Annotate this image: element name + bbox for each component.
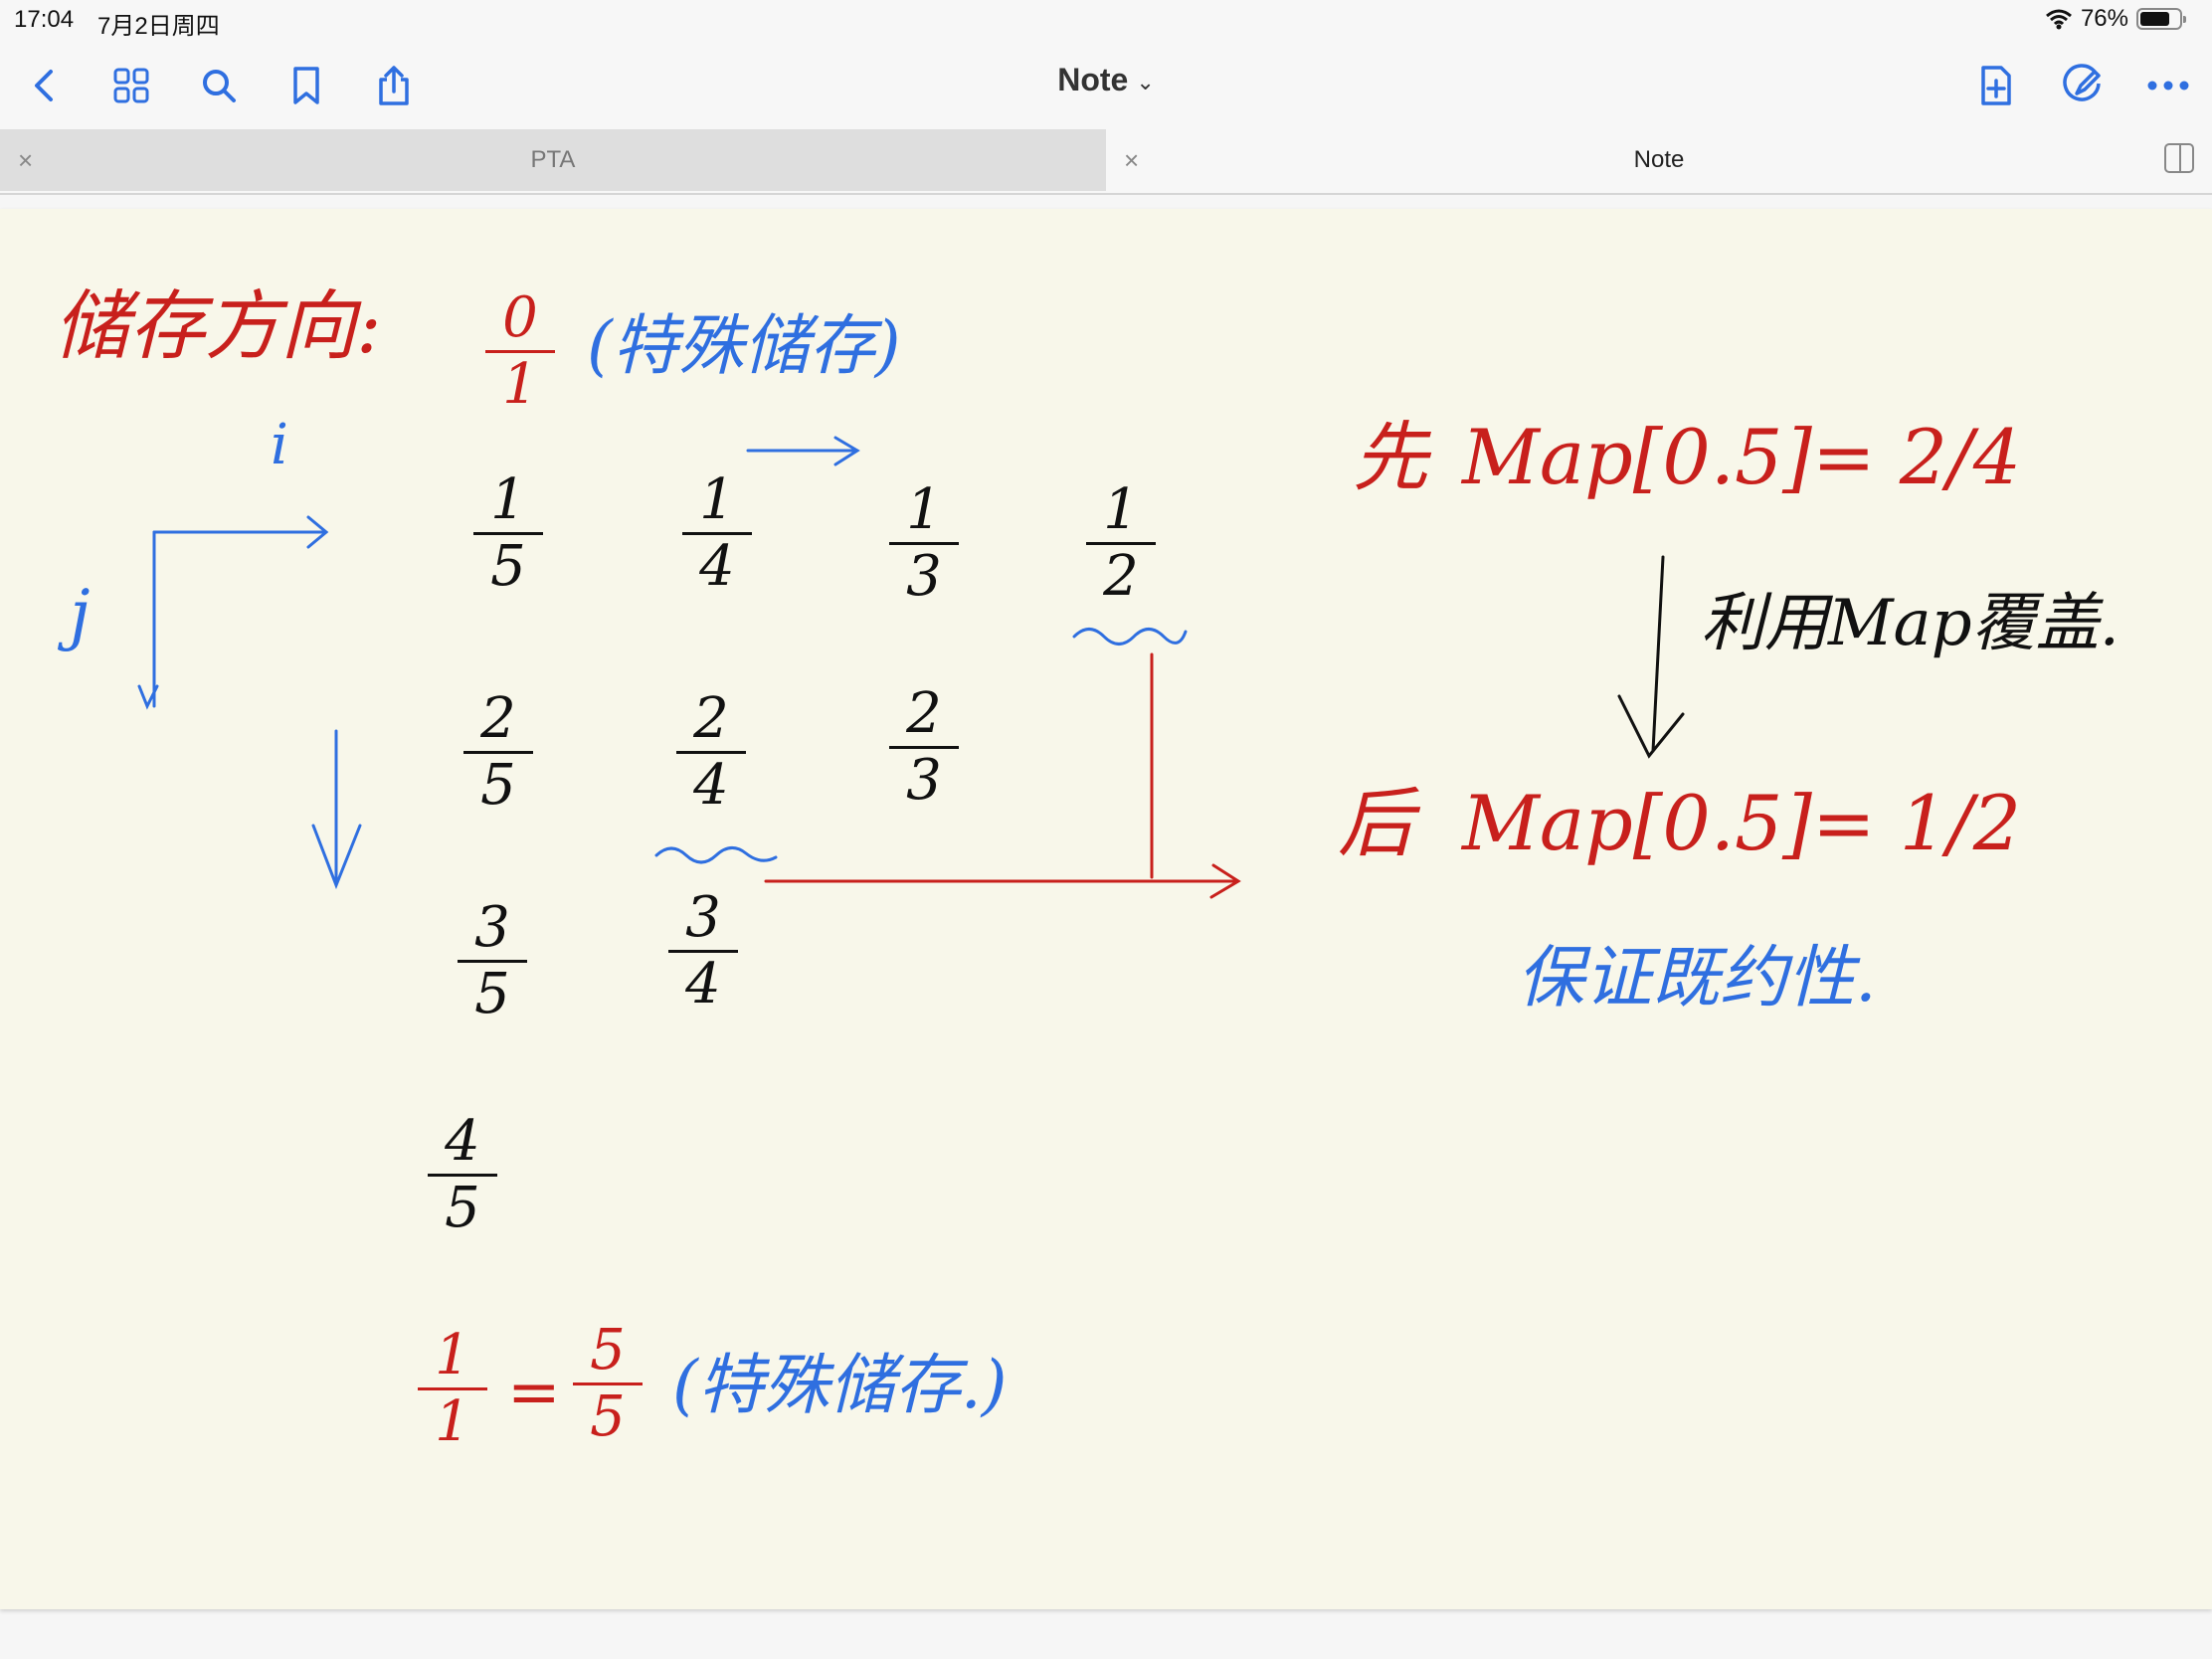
fraction-1-3: 13	[889, 482, 959, 605]
frac-den: 4	[693, 753, 729, 818]
after-label: 后	[1338, 779, 1413, 867]
frac-num: 1	[490, 467, 526, 532]
fraction-1-2: 12	[1086, 482, 1156, 605]
tab-note[interactable]: × Note	[1106, 129, 2212, 191]
frac-den: 4	[685, 952, 721, 1016]
arrow-down-icon	[311, 729, 362, 890]
pen-icon[interactable]	[2057, 60, 2109, 111]
battery-fill	[2140, 12, 2169, 26]
frac-den: 4	[699, 534, 735, 599]
wave-two-fourths-icon	[654, 846, 778, 864]
fraction-5-5: 55	[573, 1323, 643, 1445]
frac-num: 2	[693, 686, 729, 751]
frac-den: 5	[474, 962, 510, 1026]
wave-half-icon	[1072, 628, 1188, 645]
before-label: 先	[1353, 413, 1428, 501]
red-arrow-icon	[764, 863, 1241, 899]
after-expression: Map[0.5]= 1/2	[1462, 779, 2022, 867]
frac-num: 3	[474, 895, 510, 960]
special-storage-note: (特殊储存)	[587, 307, 901, 384]
axis-j-label: j	[70, 576, 91, 652]
frac-num: 1	[906, 477, 942, 542]
toolbar: Note ⌄	[0, 40, 2212, 129]
black-down-arrow-icon	[1617, 555, 1685, 759]
battery-icon	[2136, 8, 2186, 30]
battery-percent: 76%	[2080, 5, 2128, 32]
fraction-zero-num: 0	[502, 285, 538, 350]
equals-sign: =	[507, 1356, 561, 1429]
document-title-text: Note	[1057, 62, 1129, 97]
irreducibility-note: 保证既约性.	[1517, 939, 1877, 1017]
frac-den: 5	[480, 753, 516, 818]
fraction-4-5: 45	[428, 1114, 497, 1236]
fraction-1-4: 14	[682, 472, 752, 595]
fraction-1-5: 15	[473, 472, 543, 595]
tab-pta[interactable]: × PTA	[0, 129, 1106, 191]
add-page-icon[interactable]	[1969, 60, 2021, 111]
fraction-3-5: 35	[458, 900, 527, 1022]
heading-storage-direction: 储存方向:	[54, 281, 382, 370]
more-icon[interactable]	[2142, 60, 2194, 111]
frac-num: 1	[435, 1323, 470, 1387]
frac-den: 2	[1103, 544, 1139, 609]
status-date: 7月2日周四	[97, 13, 220, 40]
map-overwrite-note: 利用Map覆盖.	[1701, 587, 2120, 660]
fraction-zero: 0 1	[485, 290, 555, 413]
frac-den: 1	[435, 1389, 470, 1454]
frac-num: 2	[480, 686, 516, 751]
frac-num: 2	[906, 681, 942, 746]
arrow-top-icon	[746, 436, 860, 466]
status-time: 17:04	[14, 6, 75, 33]
tab-bar: × PTA × Note	[0, 129, 2212, 195]
special-storage-note-2: (特殊储存.)	[672, 1347, 1008, 1423]
arrow-j-icon	[137, 530, 159, 710]
frac-den: 3	[906, 544, 942, 609]
axis-i-label: i	[271, 413, 288, 477]
document-title[interactable]: Note ⌄	[0, 62, 2212, 98]
fraction-1-1: 11	[418, 1328, 487, 1450]
frac-den: 5	[590, 1384, 626, 1449]
status-right: 76%	[2045, 5, 2186, 33]
frac-den: 3	[906, 748, 942, 813]
fraction-2-4: 24	[676, 691, 746, 814]
frac-num: 5	[590, 1318, 626, 1382]
frac-num: 4	[445, 1109, 480, 1174]
close-icon[interactable]: ×	[18, 145, 33, 176]
tab-note-label: Note	[1633, 146, 1685, 173]
frac-num: 1	[699, 467, 735, 532]
before-expression: Map[0.5]= 2/4	[1462, 413, 2022, 501]
status-bar: 17:04 7月2日周四 76%	[0, 0, 2212, 40]
frac-den: 5	[490, 534, 526, 599]
fraction-2-3: 23	[889, 686, 959, 809]
fraction-2-5: 25	[463, 691, 533, 814]
fraction-3-4: 34	[668, 890, 738, 1013]
close-icon[interactable]: ×	[1124, 145, 1139, 176]
wifi-icon	[2045, 9, 2072, 30]
note-page[interactable]: 储存方向: 0 1 (特殊储存) i j 15 25 35 45 14 24 3…	[0, 209, 2212, 1609]
chevron-down-icon: ⌄	[1136, 69, 1155, 94]
tab-pta-label: PTA	[530, 146, 576, 173]
arrow-i-icon	[152, 515, 329, 549]
frac-den: 5	[445, 1176, 480, 1240]
frac-num: 3	[685, 885, 721, 950]
frac-num: 1	[1103, 477, 1139, 542]
fraction-zero-den: 1	[502, 352, 538, 417]
split-view-icon[interactable]	[2164, 143, 2194, 173]
